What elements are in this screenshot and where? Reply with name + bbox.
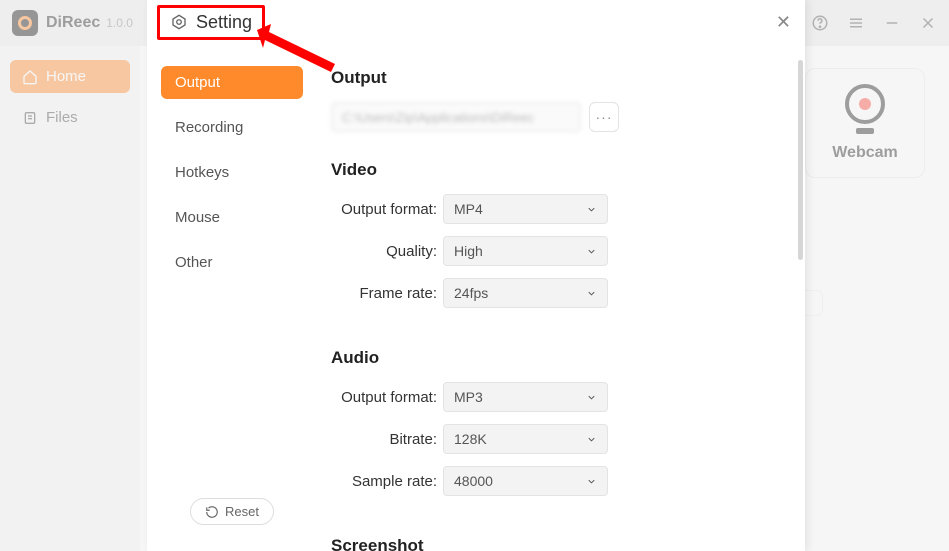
nav-hotkeys[interactable]: Hotkeys [161, 156, 303, 189]
settings-title-box: Setting [157, 5, 265, 40]
video-format-label: Output format: [331, 201, 443, 218]
video-framerate-select[interactable]: 24fps [443, 278, 608, 308]
chevron-down-icon [586, 246, 597, 257]
section-output-title: Output [331, 68, 775, 88]
nav-output[interactable]: Output [161, 66, 303, 99]
chevron-down-icon [586, 288, 597, 299]
video-quality-label: Quality: [331, 243, 443, 260]
settings-title: Setting [196, 12, 252, 33]
chevron-down-icon [586, 204, 597, 215]
chevron-down-icon [586, 476, 597, 487]
audio-format-select[interactable]: MP3 [443, 382, 608, 412]
reset-icon [205, 505, 219, 519]
nav-mouse[interactable]: Mouse [161, 201, 303, 234]
settings-nav: Output Recording Hotkeys Mouse Other Res… [147, 42, 317, 551]
audio-bitrate-label: Bitrate: [331, 431, 443, 448]
settings-modal: Setting ✕ Output Recording Hotkeys Mouse… [147, 0, 805, 551]
audio-format-label: Output format: [331, 389, 443, 406]
modal-close-button[interactable]: ✕ [772, 8, 795, 37]
nav-other[interactable]: Other [161, 246, 303, 279]
settings-content: Output C:\Users\Zip\Applications\DiReec … [317, 42, 805, 551]
section-audio-title: Audio [331, 348, 775, 368]
video-framerate-label: Frame rate: [331, 285, 443, 302]
output-path-field[interactable]: C:\Users\Zip\Applications\DiReec [331, 102, 581, 132]
gear-icon [170, 13, 188, 31]
video-format-select[interactable]: MP4 [443, 194, 608, 224]
reset-label: Reset [225, 504, 259, 519]
modal-header: Setting ✕ [147, 0, 805, 42]
chevron-down-icon [586, 434, 597, 445]
video-quality-select[interactable]: High [443, 236, 608, 266]
audio-samplerate-label: Sample rate: [331, 473, 443, 490]
nav-recording[interactable]: Recording [161, 111, 303, 144]
audio-samplerate-select[interactable]: 48000 [443, 466, 608, 496]
output-path-browse[interactable]: ··· [589, 102, 619, 132]
section-video-title: Video [331, 160, 775, 180]
section-screenshot-title: Screenshot [331, 536, 775, 551]
scrollbar[interactable] [798, 60, 803, 260]
reset-button[interactable]: Reset [190, 498, 274, 525]
chevron-down-icon [586, 392, 597, 403]
audio-bitrate-select[interactable]: 128K [443, 424, 608, 454]
